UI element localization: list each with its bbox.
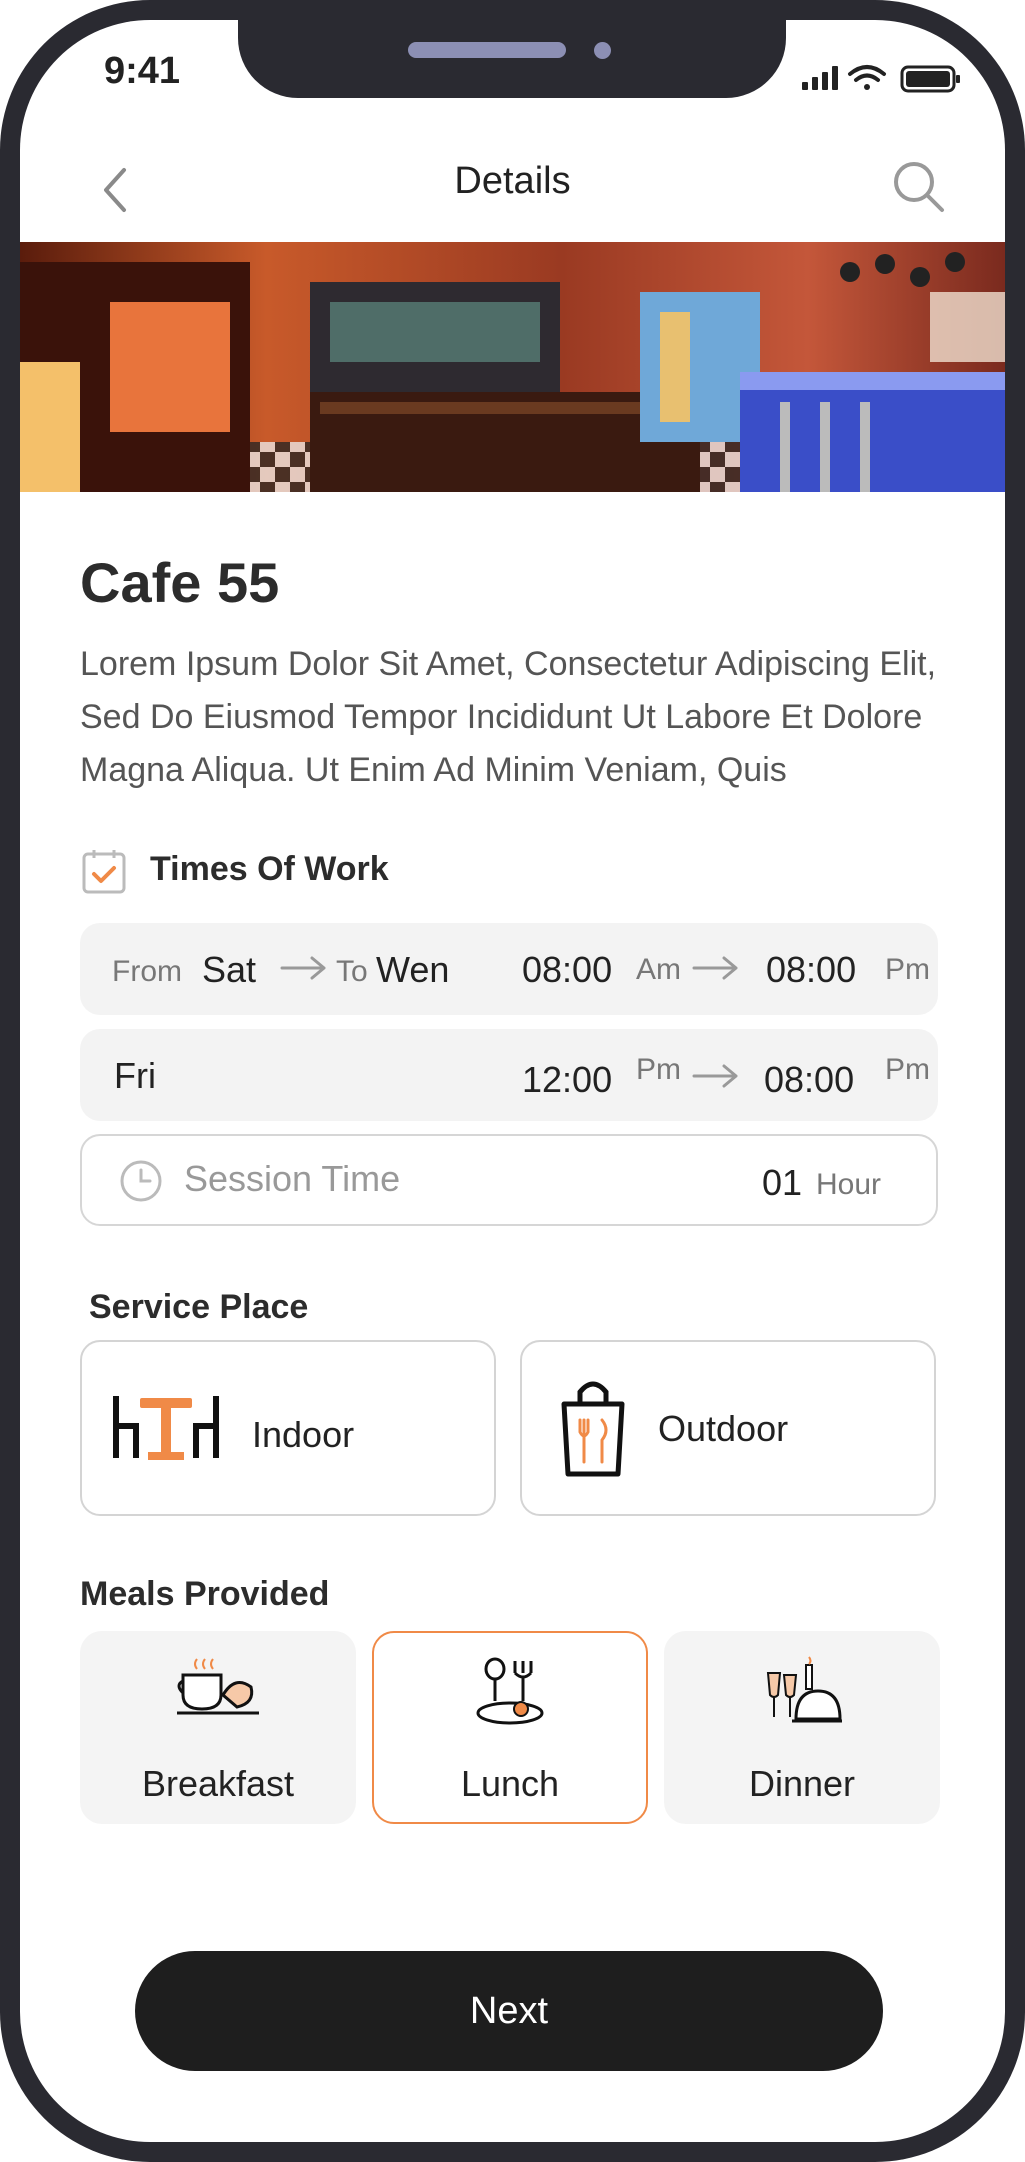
session-time-field[interactable]: Session Time 01 Hour xyxy=(80,1134,938,1226)
to-label: To xyxy=(336,955,368,988)
times-of-work-label: Times Of Work xyxy=(150,850,389,888)
camera xyxy=(594,42,611,59)
end-period: Pm xyxy=(885,1053,930,1086)
end-time: 08:00 xyxy=(764,1059,855,1100)
service-place-label: Service Place xyxy=(89,1288,309,1326)
meal-option-dinner[interactable]: Dinner xyxy=(664,1631,940,1824)
plate-cutlery-icon xyxy=(476,1657,544,1725)
cafe-hero-image xyxy=(20,242,1005,492)
to-day: Wen xyxy=(376,949,450,990)
coffee-cup-icon xyxy=(177,1658,259,1715)
signal-icon xyxy=(802,66,838,90)
session-time-label: Session Time xyxy=(184,1158,401,1199)
work-hours-row[interactable]: Fri 12:00 Pm 08:00 Pm xyxy=(80,1029,938,1121)
session-time-unit: Hour xyxy=(816,1168,882,1201)
service-option-label: Outdoor xyxy=(658,1408,789,1449)
status-time: 9:41 xyxy=(104,50,181,92)
phone-frame: 9:41 Details Cafe 55 Lorem Ipsum Dolor S… xyxy=(0,0,1025,2162)
end-time: 08:00 xyxy=(766,949,857,990)
arrow-right-icon xyxy=(692,1064,738,1088)
next-button[interactable]: Next xyxy=(135,1951,883,2071)
day: Fri xyxy=(114,1055,156,1096)
start-period: Am xyxy=(636,953,681,986)
from-day: Sat xyxy=(202,949,257,990)
search-button[interactable] xyxy=(890,158,950,218)
arrow-right-icon xyxy=(692,956,738,980)
meals-provided-label: Meals Provided xyxy=(80,1575,330,1613)
session-time-value: 01 xyxy=(762,1162,803,1203)
service-option-label: Indoor xyxy=(252,1414,355,1455)
work-hours-row[interactable]: From Sat To Wen 08:00 Am 08:00 Pm xyxy=(80,923,938,1015)
table-icon xyxy=(113,1396,219,1460)
service-option-outdoor[interactable]: Outdoor xyxy=(520,1340,936,1516)
arrow-right-icon xyxy=(280,956,326,980)
page-title: Details xyxy=(454,160,571,202)
start-time: 12:00 xyxy=(522,1059,613,1100)
search-icon xyxy=(894,162,944,212)
meal-option-label: Breakfast xyxy=(141,1763,295,1804)
notch xyxy=(238,20,786,98)
status-icons xyxy=(802,65,960,93)
clock-icon xyxy=(120,1160,162,1202)
battery-icon xyxy=(900,65,960,93)
speaker xyxy=(408,42,566,58)
cafe-name: Cafe 55 xyxy=(80,551,280,614)
from-label: From xyxy=(112,955,182,988)
wifi-icon xyxy=(848,65,886,90)
takeaway-bag-icon xyxy=(561,1381,625,1477)
wine-dinner-icon xyxy=(766,1656,842,1723)
start-period: Pm xyxy=(636,1053,681,1086)
end-period: Pm xyxy=(885,953,930,986)
cafe-description: Lorem Ipsum Dolor Sit Amet, Consectetur … xyxy=(80,645,937,789)
meal-option-label: Lunch xyxy=(460,1763,560,1804)
calendar-check-icon xyxy=(82,850,126,894)
meal-option-breakfast[interactable]: Breakfast xyxy=(80,1631,356,1824)
meal-option-lunch[interactable]: Lunch xyxy=(372,1631,648,1824)
screen: 9:41 Details Cafe 55 Lorem Ipsum Dolor S… xyxy=(20,20,1005,2142)
meal-option-label: Dinner xyxy=(748,1763,856,1804)
service-option-indoor[interactable]: Indoor xyxy=(80,1340,496,1516)
start-time: 08:00 xyxy=(522,949,613,990)
